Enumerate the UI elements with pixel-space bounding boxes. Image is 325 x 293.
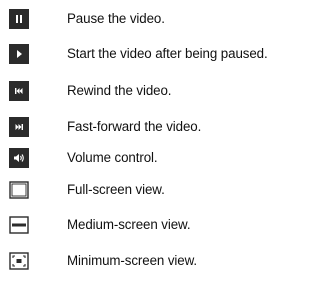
fast-forward-icon bbox=[9, 117, 29, 137]
legend-row-play: Start the video after being paused. bbox=[0, 42, 325, 66]
legend-label-play: Start the video after being paused. bbox=[67, 46, 268, 62]
legend-label-full-screen: Full-screen view. bbox=[67, 182, 165, 198]
legend-row-medium-screen: Medium-screen view. bbox=[0, 213, 325, 237]
legend-row-pause: Pause the video. bbox=[0, 7, 325, 31]
legend-row-volume: Volume control. bbox=[0, 146, 325, 170]
legend-row-rewind: Rewind the video. bbox=[0, 79, 325, 103]
legend-row-full-screen: Full-screen view. bbox=[0, 178, 325, 202]
pause-icon bbox=[9, 9, 29, 29]
legend-label-rewind: Rewind the video. bbox=[67, 83, 172, 99]
legend-label-medium-screen: Medium-screen view. bbox=[67, 217, 191, 233]
legend-label-minimum-screen: Minimum-screen view. bbox=[67, 253, 198, 269]
video-controls-legend: Pause the video. Start the video after b… bbox=[0, 0, 325, 293]
legend-label-pause: Pause the video. bbox=[67, 11, 165, 27]
legend-row-fast-forward: Fast-forward the video. bbox=[0, 115, 325, 139]
legend-label-volume: Volume control. bbox=[67, 150, 158, 166]
volume-icon bbox=[9, 148, 29, 168]
rewind-icon bbox=[9, 81, 29, 101]
minimum-screen-icon bbox=[9, 251, 29, 271]
full-screen-icon bbox=[9, 180, 29, 200]
legend-row-minimum-screen: Minimum-screen view. bbox=[0, 249, 325, 273]
play-icon bbox=[9, 44, 29, 64]
medium-screen-icon bbox=[9, 215, 29, 235]
legend-label-fast-forward: Fast-forward the video. bbox=[67, 119, 202, 135]
